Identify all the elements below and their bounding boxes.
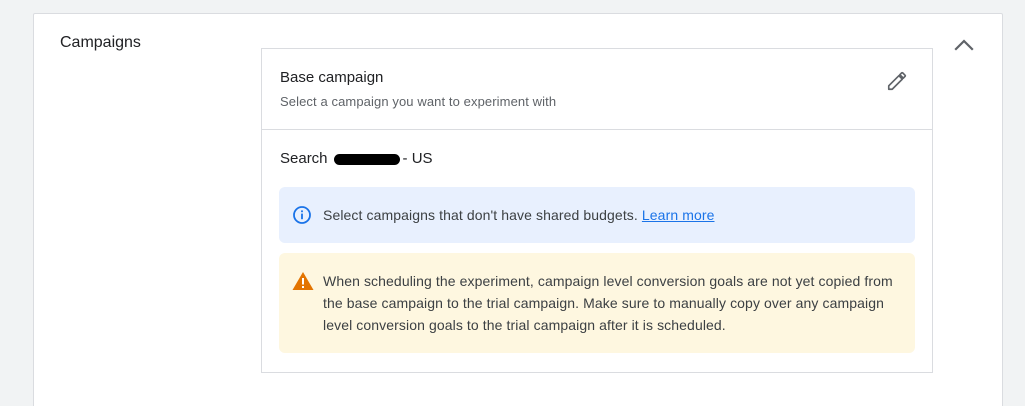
collapse-button[interactable] xyxy=(948,30,980,58)
campaign-name-prefix: Search xyxy=(280,150,328,167)
learn-more-link[interactable]: Learn more xyxy=(642,207,715,223)
section-title: Campaigns xyxy=(60,34,141,51)
info-notice: Select campaigns that don't have shared … xyxy=(279,187,915,243)
chevron-up-icon xyxy=(954,37,974,51)
info-notice-text: Select campaigns that don't have shared … xyxy=(323,206,715,224)
page: Campaigns Base campaign Select a campaig… xyxy=(0,0,1025,406)
pencil-icon xyxy=(886,70,908,92)
warning-icon xyxy=(292,271,314,291)
base-campaign-panel: Base campaign Select a campaign you want… xyxy=(261,48,933,373)
campaign-name-suffix: - US xyxy=(402,150,433,167)
selected-campaign: Search - US xyxy=(280,150,433,168)
base-campaign-subtitle: Select a campaign you want to experiment… xyxy=(280,94,557,109)
edit-button[interactable] xyxy=(884,68,910,94)
info-icon xyxy=(292,205,312,225)
campaigns-card: Campaigns Base campaign Select a campaig… xyxy=(33,13,1003,406)
warning-notice-text: When scheduling the experiment, campaign… xyxy=(323,273,893,333)
base-campaign-title: Base campaign xyxy=(280,69,384,86)
info-notice-message: Select campaigns that don't have shared … xyxy=(323,207,638,223)
redacted-text xyxy=(333,153,400,165)
warning-notice: When scheduling the experiment, campaign… xyxy=(279,253,915,353)
base-campaign-header: Base campaign Select a campaign you want… xyxy=(262,49,932,130)
